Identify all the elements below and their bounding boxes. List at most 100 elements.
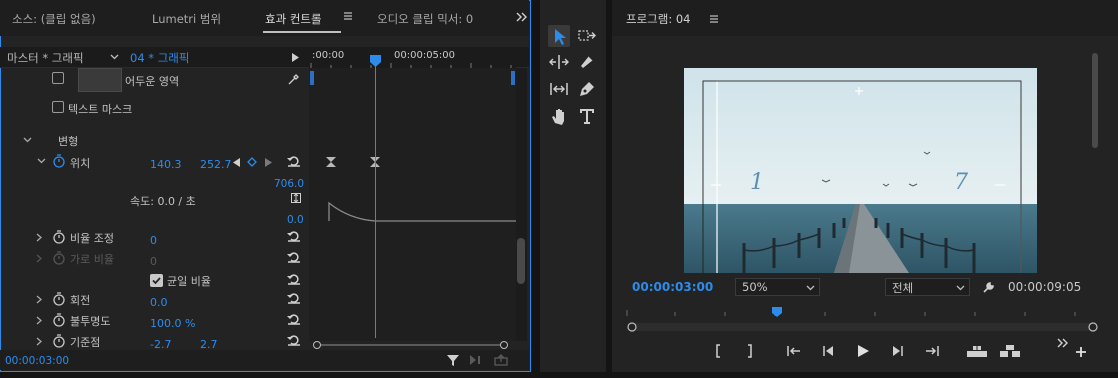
rotation-value[interactable]: 0.0 xyxy=(150,296,168,309)
ripple-edit-tool-icon[interactable] xyxy=(548,51,570,73)
chevron-right-icon[interactable] xyxy=(36,316,42,325)
reset-icon[interactable] xyxy=(287,251,301,263)
mark-out-icon[interactable] xyxy=(741,342,759,360)
stopwatch-icon[interactable] xyxy=(52,230,66,244)
hand-tool-icon[interactable] xyxy=(548,105,570,127)
stopwatch-icon[interactable] xyxy=(52,292,66,306)
position-label: 위치 xyxy=(70,157,91,170)
reset-icon[interactable] xyxy=(287,155,301,167)
mark-in-icon[interactable] xyxy=(709,342,727,360)
button-editor-icon[interactable] xyxy=(1057,338,1075,356)
tab-menu-icon[interactable] xyxy=(343,11,353,21)
type-tool-icon[interactable] xyxy=(576,105,598,127)
position-x-value[interactable]: 140.3 xyxy=(150,158,182,171)
chevron-right-icon[interactable] xyxy=(36,295,42,304)
reset-icon[interactable] xyxy=(287,273,301,285)
chevron-down-icon[interactable] xyxy=(23,137,32,143)
playhead-handle[interactable] xyxy=(370,55,381,67)
graph-min-value: 0.0 xyxy=(287,214,304,226)
program-time-ruler[interactable] xyxy=(625,304,1100,334)
play-button[interactable] xyxy=(854,342,872,360)
chevron-right-icon[interactable] xyxy=(36,233,42,242)
reset-icon[interactable] xyxy=(287,230,301,242)
clip-start-marker xyxy=(310,71,314,85)
program-current-timecode[interactable]: 00:00:03:00 xyxy=(632,280,713,294)
stopwatch-icon[interactable] xyxy=(52,334,66,348)
scale-label: 비율 조정 xyxy=(70,232,114,245)
reset-icon[interactable] xyxy=(287,292,301,304)
chevron-down-icon xyxy=(806,285,815,291)
tab-source[interactable]: 소스: (클립 없음) xyxy=(12,11,96,27)
vertical-scrollbar-thumb[interactable] xyxy=(517,238,525,284)
sequence-clip-label[interactable]: 04 * 그래픽 xyxy=(130,50,189,66)
text-mask-checkbox[interactable] xyxy=(52,101,64,113)
play-audio-icon[interactable] xyxy=(469,354,483,366)
opacity-label: 불투명도 xyxy=(70,315,111,328)
darken-label: 어두운 영역 xyxy=(125,75,180,88)
graph-toggle-icon[interactable] xyxy=(291,193,301,203)
keyframe-marker[interactable] xyxy=(325,156,337,168)
play-only-clip-icon[interactable] xyxy=(292,53,299,62)
speed-label: 속도: 0.0 / 초 xyxy=(130,195,196,208)
darken-checkbox[interactable] xyxy=(52,72,64,84)
add-button-icon[interactable] xyxy=(1075,346,1093,364)
go-to-out-icon[interactable] xyxy=(923,342,941,360)
export-icon[interactable] xyxy=(494,354,508,366)
anchor-point-label: 기준점 xyxy=(70,336,101,349)
uniform-scale-checkbox[interactable] xyxy=(150,274,163,287)
stopwatch-icon[interactable] xyxy=(52,154,66,168)
tab-lumetri-scopes[interactable]: Lumetri 범위 xyxy=(152,11,221,27)
opacity-value[interactable]: 100.0 % xyxy=(150,317,195,330)
stopwatch-icon[interactable] xyxy=(52,313,66,327)
master-clip-label: 마스터 * 그래픽 xyxy=(7,51,84,65)
selection-tool-icon[interactable] xyxy=(548,25,570,47)
clip-end-marker xyxy=(511,71,515,85)
step-forward-icon[interactable] xyxy=(889,342,907,360)
chevron-right-icon xyxy=(36,254,42,263)
extract-icon[interactable] xyxy=(999,342,1021,360)
scale-value[interactable]: 0 xyxy=(150,234,157,247)
add-keyframe-icon[interactable] xyxy=(247,157,257,167)
panel-divider[interactable] xyxy=(531,0,540,378)
double-chevron-right-icon[interactable] xyxy=(516,12,528,22)
velocity-graph[interactable] xyxy=(309,195,516,225)
slip-tool-icon[interactable] xyxy=(548,78,570,100)
quality-value: 전체 xyxy=(892,281,914,295)
scale-width-label: 가로 비율 xyxy=(70,253,114,266)
darken-color-swatch[interactable] xyxy=(78,68,122,92)
eyedropper-icon[interactable] xyxy=(287,72,301,86)
program-monitor-scrollbar[interactable] xyxy=(1090,48,1100,273)
previous-keyframe-icon[interactable] xyxy=(233,158,240,167)
timeline-zoom-bar[interactable] xyxy=(309,341,516,350)
timeline-ruler[interactable]: :00:00 00:00:05:00 xyxy=(309,47,516,68)
text-mask-label: 텍스트 마스크 xyxy=(68,103,133,116)
uniform-scale-label: 균일 비율 xyxy=(167,275,211,288)
filter-icon[interactable] xyxy=(446,353,460,367)
next-keyframe-icon[interactable] xyxy=(265,158,272,167)
zoom-value: 50% xyxy=(742,280,768,294)
program-monitor-title[interactable]: 프로그램: 04 xyxy=(626,11,690,27)
track-select-tool-icon[interactable] xyxy=(576,25,598,47)
zoom-dropdown[interactable]: 50% xyxy=(735,278,820,296)
program-monitor-video[interactable]: 1 7 xyxy=(684,68,1037,273)
tab-effect-controls[interactable]: 효과 컨트롤 xyxy=(265,11,322,27)
vertical-scrollbar-track[interactable] xyxy=(516,68,527,341)
go-to-in-icon[interactable] xyxy=(785,342,803,360)
panel-menu-icon[interactable] xyxy=(709,14,719,24)
razor-tool-icon[interactable] xyxy=(576,51,598,73)
transform-label: 변형 xyxy=(58,135,79,148)
chevron-down-icon[interactable] xyxy=(37,158,46,164)
current-timecode[interactable]: 00:00:03:00 xyxy=(5,355,69,367)
position-y-value[interactable]: 252.7 xyxy=(200,158,232,171)
reset-icon[interactable] xyxy=(287,334,301,346)
panel-divider[interactable] xyxy=(606,0,612,378)
wrench-icon[interactable] xyxy=(982,280,996,294)
tab-audio-clip-mixer[interactable]: 오디오 클립 믹서: 0 xyxy=(377,11,473,27)
pen-tool-icon[interactable] xyxy=(576,78,598,100)
step-back-icon[interactable] xyxy=(819,342,837,360)
chevron-down-icon[interactable] xyxy=(110,54,119,60)
chevron-right-icon[interactable] xyxy=(36,337,42,346)
lift-icon[interactable] xyxy=(966,342,988,360)
reset-icon[interactable] xyxy=(287,313,301,325)
quality-dropdown[interactable]: 전체 xyxy=(885,278,970,296)
